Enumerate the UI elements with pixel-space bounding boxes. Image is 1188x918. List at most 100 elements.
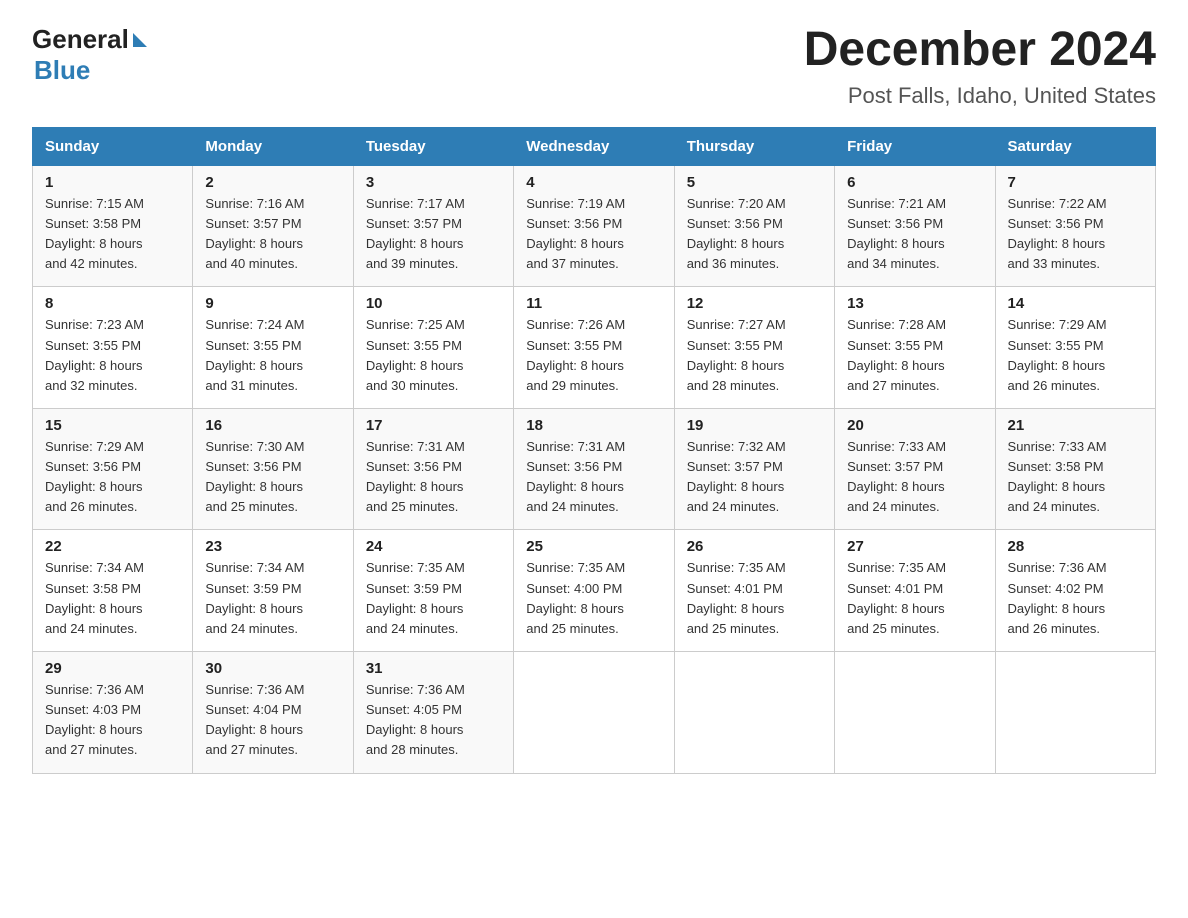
calendar-week-row: 22 Sunrise: 7:34 AM Sunset: 3:58 PM Dayl… [33, 530, 1156, 652]
day-of-week-header: Saturday [995, 127, 1155, 165]
day-number: 25 [526, 538, 661, 555]
calendar-day-cell: 19 Sunrise: 7:32 AM Sunset: 3:57 PM Dayl… [674, 408, 834, 530]
day-info: Sunrise: 7:21 AM Sunset: 3:56 PM Dayligh… [847, 194, 982, 275]
day-number: 18 [526, 417, 661, 434]
day-info: Sunrise: 7:36 AM Sunset: 4:03 PM Dayligh… [45, 680, 180, 761]
day-number: 9 [205, 295, 340, 312]
calendar-day-cell: 15 Sunrise: 7:29 AM Sunset: 3:56 PM Dayl… [33, 408, 193, 530]
calendar-day-cell: 26 Sunrise: 7:35 AM Sunset: 4:01 PM Dayl… [674, 530, 834, 652]
day-number: 10 [366, 295, 501, 312]
calendar-day-cell: 5 Sunrise: 7:20 AM Sunset: 3:56 PM Dayli… [674, 165, 834, 287]
day-info: Sunrise: 7:31 AM Sunset: 3:56 PM Dayligh… [366, 437, 501, 518]
day-number: 29 [45, 660, 180, 677]
calendar-day-cell: 6 Sunrise: 7:21 AM Sunset: 3:56 PM Dayli… [835, 165, 995, 287]
logo-blue-text: Blue [34, 55, 90, 85]
calendar-day-cell: 7 Sunrise: 7:22 AM Sunset: 3:56 PM Dayli… [995, 165, 1155, 287]
day-of-week-header: Sunday [33, 127, 193, 165]
day-number: 20 [847, 417, 982, 434]
day-info: Sunrise: 7:22 AM Sunset: 3:56 PM Dayligh… [1008, 194, 1143, 275]
calendar-day-cell: 13 Sunrise: 7:28 AM Sunset: 3:55 PM Dayl… [835, 287, 995, 409]
day-number: 28 [1008, 538, 1143, 555]
day-of-week-header: Wednesday [514, 127, 674, 165]
calendar-day-cell: 2 Sunrise: 7:16 AM Sunset: 3:57 PM Dayli… [193, 165, 353, 287]
calendar-day-cell: 28 Sunrise: 7:36 AM Sunset: 4:02 PM Dayl… [995, 530, 1155, 652]
day-number: 27 [847, 538, 982, 555]
day-info: Sunrise: 7:20 AM Sunset: 3:56 PM Dayligh… [687, 194, 822, 275]
calendar-day-cell [514, 652, 674, 774]
day-info: Sunrise: 7:17 AM Sunset: 3:57 PM Dayligh… [366, 194, 501, 275]
calendar-day-cell: 12 Sunrise: 7:27 AM Sunset: 3:55 PM Dayl… [674, 287, 834, 409]
day-number: 14 [1008, 295, 1143, 312]
page-header: G eneral Blue December 2024 Post Falls, … [32, 24, 1156, 109]
logo-triangle-icon [133, 33, 147, 47]
calendar-week-row: 29 Sunrise: 7:36 AM Sunset: 4:03 PM Dayl… [33, 652, 1156, 774]
day-of-week-header: Monday [193, 127, 353, 165]
day-info: Sunrise: 7:35 AM Sunset: 4:00 PM Dayligh… [526, 558, 661, 639]
day-number: 4 [526, 174, 661, 191]
logo: G eneral Blue [32, 24, 147, 86]
day-info: Sunrise: 7:28 AM Sunset: 3:55 PM Dayligh… [847, 315, 982, 396]
calendar-day-cell: 24 Sunrise: 7:35 AM Sunset: 3:59 PM Dayl… [353, 530, 513, 652]
day-info: Sunrise: 7:31 AM Sunset: 3:56 PM Dayligh… [526, 437, 661, 518]
calendar-day-cell: 22 Sunrise: 7:34 AM Sunset: 3:58 PM Dayl… [33, 530, 193, 652]
calendar-day-cell: 18 Sunrise: 7:31 AM Sunset: 3:56 PM Dayl… [514, 408, 674, 530]
day-info: Sunrise: 7:26 AM Sunset: 3:55 PM Dayligh… [526, 315, 661, 396]
day-info: Sunrise: 7:36 AM Sunset: 4:02 PM Dayligh… [1008, 558, 1143, 639]
day-info: Sunrise: 7:27 AM Sunset: 3:55 PM Dayligh… [687, 315, 822, 396]
calendar-day-cell: 31 Sunrise: 7:36 AM Sunset: 4:05 PM Dayl… [353, 652, 513, 774]
calendar-day-cell: 14 Sunrise: 7:29 AM Sunset: 3:55 PM Dayl… [995, 287, 1155, 409]
calendar-day-cell: 17 Sunrise: 7:31 AM Sunset: 3:56 PM Dayl… [353, 408, 513, 530]
day-number: 31 [366, 660, 501, 677]
day-number: 5 [687, 174, 822, 191]
calendar-week-row: 8 Sunrise: 7:23 AM Sunset: 3:55 PM Dayli… [33, 287, 1156, 409]
calendar-day-cell: 11 Sunrise: 7:26 AM Sunset: 3:55 PM Dayl… [514, 287, 674, 409]
day-info: Sunrise: 7:34 AM Sunset: 3:58 PM Dayligh… [45, 558, 180, 639]
title-block: December 2024 Post Falls, Idaho, United … [804, 24, 1156, 109]
day-info: Sunrise: 7:25 AM Sunset: 3:55 PM Dayligh… [366, 315, 501, 396]
calendar-day-cell: 3 Sunrise: 7:17 AM Sunset: 3:57 PM Dayli… [353, 165, 513, 287]
day-number: 17 [366, 417, 501, 434]
calendar-day-cell: 1 Sunrise: 7:15 AM Sunset: 3:58 PM Dayli… [33, 165, 193, 287]
day-number: 12 [687, 295, 822, 312]
calendar-day-cell: 21 Sunrise: 7:33 AM Sunset: 3:58 PM Dayl… [995, 408, 1155, 530]
day-number: 6 [847, 174, 982, 191]
calendar-table: SundayMondayTuesdayWednesdayThursdayFrid… [32, 127, 1156, 774]
day-number: 15 [45, 417, 180, 434]
day-of-week-header: Tuesday [353, 127, 513, 165]
day-info: Sunrise: 7:15 AM Sunset: 3:58 PM Dayligh… [45, 194, 180, 275]
day-info: Sunrise: 7:35 AM Sunset: 4:01 PM Dayligh… [687, 558, 822, 639]
day-info: Sunrise: 7:32 AM Sunset: 3:57 PM Dayligh… [687, 437, 822, 518]
day-number: 7 [1008, 174, 1143, 191]
day-number: 3 [366, 174, 501, 191]
day-of-week-header: Thursday [674, 127, 834, 165]
calendar-header-row: SundayMondayTuesdayWednesdayThursdayFrid… [33, 127, 1156, 165]
day-info: Sunrise: 7:33 AM Sunset: 3:57 PM Dayligh… [847, 437, 982, 518]
day-number: 26 [687, 538, 822, 555]
calendar-day-cell: 20 Sunrise: 7:33 AM Sunset: 3:57 PM Dayl… [835, 408, 995, 530]
day-of-week-header: Friday [835, 127, 995, 165]
day-info: Sunrise: 7:33 AM Sunset: 3:58 PM Dayligh… [1008, 437, 1143, 518]
day-info: Sunrise: 7:16 AM Sunset: 3:57 PM Dayligh… [205, 194, 340, 275]
calendar-week-row: 1 Sunrise: 7:15 AM Sunset: 3:58 PM Dayli… [33, 165, 1156, 287]
calendar-day-cell: 4 Sunrise: 7:19 AM Sunset: 3:56 PM Dayli… [514, 165, 674, 287]
day-number: 11 [526, 295, 661, 312]
day-number: 2 [205, 174, 340, 191]
day-info: Sunrise: 7:34 AM Sunset: 3:59 PM Dayligh… [205, 558, 340, 639]
calendar-week-row: 15 Sunrise: 7:29 AM Sunset: 3:56 PM Dayl… [33, 408, 1156, 530]
day-info: Sunrise: 7:19 AM Sunset: 3:56 PM Dayligh… [526, 194, 661, 275]
day-info: Sunrise: 7:24 AM Sunset: 3:55 PM Dayligh… [205, 315, 340, 396]
day-info: Sunrise: 7:35 AM Sunset: 3:59 PM Dayligh… [366, 558, 501, 639]
calendar-day-cell: 8 Sunrise: 7:23 AM Sunset: 3:55 PM Dayli… [33, 287, 193, 409]
calendar-day-cell: 9 Sunrise: 7:24 AM Sunset: 3:55 PM Dayli… [193, 287, 353, 409]
day-info: Sunrise: 7:36 AM Sunset: 4:04 PM Dayligh… [205, 680, 340, 761]
calendar-day-cell [995, 652, 1155, 774]
calendar-title: December 2024 [804, 24, 1156, 77]
day-info: Sunrise: 7:36 AM Sunset: 4:05 PM Dayligh… [366, 680, 501, 761]
calendar-day-cell [674, 652, 834, 774]
calendar-day-cell: 27 Sunrise: 7:35 AM Sunset: 4:01 PM Dayl… [835, 530, 995, 652]
day-number: 8 [45, 295, 180, 312]
day-number: 1 [45, 174, 180, 191]
day-number: 22 [45, 538, 180, 555]
day-number: 21 [1008, 417, 1143, 434]
calendar-day-cell: 23 Sunrise: 7:34 AM Sunset: 3:59 PM Dayl… [193, 530, 353, 652]
